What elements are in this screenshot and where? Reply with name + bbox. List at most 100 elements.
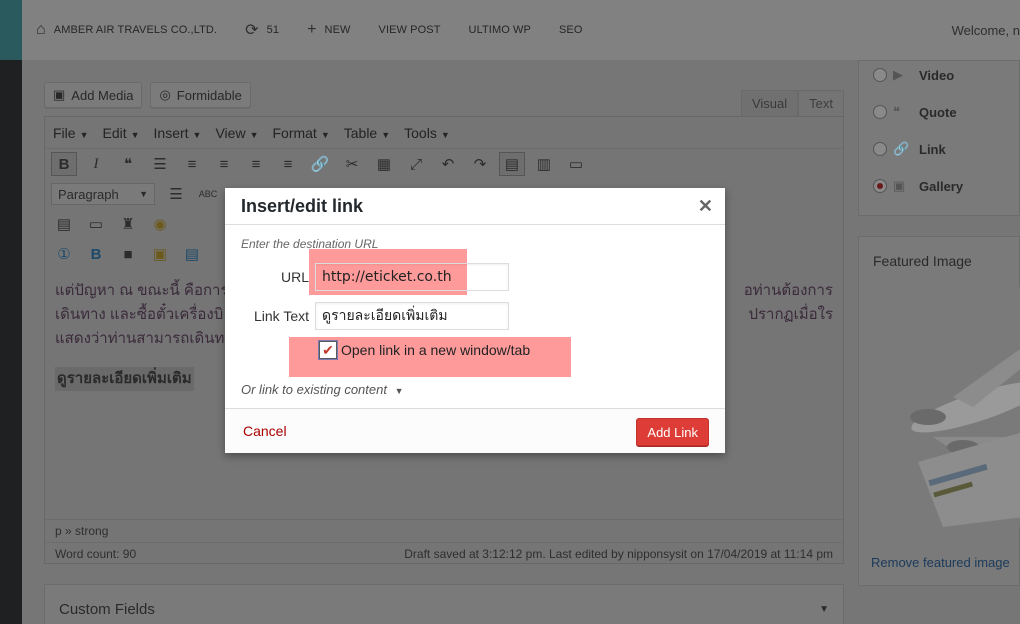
admin-bar-seo[interactable]: SEO <box>545 0 597 60</box>
gallery-icon: ▣ <box>893 178 906 193</box>
admin-bar-updates[interactable]: ⟳ 51 <box>231 0 293 60</box>
coin-icon[interactable]: ◉ <box>147 212 173 236</box>
link-existing-toggle[interactable]: Or link to existing content ▼ <box>241 382 404 397</box>
undo-icon[interactable]: ↶ <box>435 152 461 176</box>
remove-featured-image-link[interactable]: Remove featured image <box>871 555 1010 570</box>
menu-file[interactable]: File ▼ <box>53 125 88 141</box>
redo-icon[interactable]: ↷ <box>467 152 493 176</box>
unlink-icon[interactable]: ✂ <box>339 152 365 176</box>
form-icon[interactable]: ▤ <box>51 212 77 236</box>
menu-view[interactable]: View ▼ <box>215 125 258 141</box>
admin-menu-accent <box>0 0 22 60</box>
view-post-label: VIEW POST <box>378 24 441 36</box>
format-label-quote: Quote <box>919 104 957 120</box>
caret-down-icon: ▼ <box>79 129 89 140</box>
bullet-list-icon[interactable]: ☰ <box>147 152 173 176</box>
admin-bar-new[interactable]: + NEW <box>293 0 364 60</box>
video-icon: ▶ <box>893 67 903 82</box>
menu-edit[interactable]: Edit ▼ <box>102 125 139 141</box>
format-option-gallery[interactable]: ▣ Gallery <box>873 178 963 194</box>
format-option-link[interactable]: 🔗 Link <box>873 141 946 157</box>
menu-table-label: Table <box>343 124 378 141</box>
new-window-checkbox[interactable]: ✔ <box>319 341 337 359</box>
media-icon: ▣ <box>53 87 66 102</box>
tab-visual[interactable]: Visual <box>740 90 799 116</box>
link-existing-label: Or link to existing content <box>241 382 387 397</box>
formidable-button[interactable]: ◎ Formidable <box>150 82 251 108</box>
columns-icon[interactable]: ▥ <box>531 152 557 176</box>
formidable-label: Formidable <box>176 87 242 103</box>
video-camera-icon[interactable]: ■ <box>115 242 141 266</box>
italic-button[interactable]: I <box>83 152 109 176</box>
format-radio-video[interactable] <box>873 68 887 82</box>
menu-insert[interactable]: Insert ▼ <box>154 125 202 141</box>
tab-text[interactable]: Text <box>798 90 844 116</box>
custom-fields-title: Custom Fields <box>59 600 155 618</box>
table-icon[interactable]: ▦ <box>371 152 397 176</box>
ultimo-label: ULTIMO WP <box>468 24 531 36</box>
plus-icon: + <box>307 21 317 38</box>
box-icon[interactable]: ▭ <box>83 212 109 236</box>
format-radio-link[interactable] <box>873 142 887 156</box>
format-select-value: Paragraph <box>58 186 119 202</box>
format-radio-quote[interactable] <box>873 105 887 119</box>
close-icon[interactable]: ✕ <box>698 196 713 217</box>
media-buttons: ▣ Add Media ◎ Formidable <box>44 82 251 108</box>
link-text-input[interactable]: ดูรายละเอียดเพิ่มเติม <box>315 302 509 330</box>
format-option-quote[interactable]: ❝ Quote <box>873 104 957 120</box>
menu-format-label: Format <box>272 124 317 141</box>
format-radio-gallery[interactable] <box>873 179 887 193</box>
featured-image-thumbnail[interactable] <box>873 287 1020 527</box>
image-icon[interactable]: ▣ <box>147 242 173 266</box>
align-right-icon[interactable]: ≡ <box>275 152 301 176</box>
insert-more-icon[interactable]: ▭ <box>563 152 589 176</box>
home-icon: ⌂ <box>36 21 46 38</box>
custom-fields-box[interactable]: Custom Fields ▼ <box>44 584 844 624</box>
bold-button[interactable]: B <box>51 152 77 176</box>
cancel-link[interactable]: Cancel <box>243 423 287 439</box>
featured-image-title: Featured Image <box>873 253 972 269</box>
format-select[interactable]: Paragraph ▼ <box>51 183 155 205</box>
dialog-header: Insert/edit link ✕ <box>225 188 725 225</box>
align-center-icon[interactable]: ≡ <box>243 152 269 176</box>
formidable-icon: ◎ <box>159 87 171 102</box>
link-icon[interactable]: 🔗 <box>307 152 333 176</box>
format-option-video[interactable]: ▶ Video <box>873 67 954 83</box>
numbered-list-icon[interactable]: ≡ <box>179 152 205 176</box>
menu-edit-label: Edit <box>102 124 127 141</box>
blockquote-icon[interactable]: ❝ <box>115 152 141 176</box>
dialog-footer: Cancel Add Link <box>225 408 725 453</box>
admin-bar: ⌂ AMBER AIR TRAVELS CO.,LTD. ⟳ 51 + NEW … <box>22 0 1020 60</box>
menu-table[interactable]: Table ▼ <box>344 125 390 141</box>
add-link-button[interactable]: Add Link <box>636 418 709 446</box>
menu-insert-label: Insert <box>153 124 189 141</box>
welcome-label: Welcome, n <box>951 22 1020 38</box>
content-line-2: เดินทาง และซื้อตั๋วเครื่องบิ <box>55 306 224 323</box>
menu-tools[interactable]: Tools ▼ <box>404 125 450 141</box>
admin-bar-site[interactable]: ⌂ AMBER AIR TRAVELS CO.,LTD. <box>22 0 231 60</box>
url-row: URL http://eticket.co.th <box>241 263 509 291</box>
add-media-button[interactable]: ▣ Add Media <box>44 82 143 108</box>
admin-bar-ultimo[interactable]: ULTIMO WP <box>455 0 545 60</box>
horizontal-line-icon[interactable]: ☰ <box>163 182 189 206</box>
editor-mode-tabs: Visual Text <box>740 90 844 116</box>
toolbar-toggle-icon[interactable]: ▤ <box>499 152 525 176</box>
strikethrough-icon[interactable]: ABC <box>195 182 221 206</box>
site-name: AMBER AIR TRAVELS CO.,LTD. <box>53 24 218 36</box>
align-left-icon[interactable]: ≡ <box>211 152 237 176</box>
new-window-label[interactable]: Open link in a new window/tab <box>341 342 530 358</box>
selected-bold-text: ดูรายละเอียดเพิ่มเติม <box>55 367 194 391</box>
content-line-1: แต่ปัญหา ณ ขณะนี้ คือการ <box>55 282 229 299</box>
number-badge-icon[interactable]: ① <box>51 242 77 266</box>
url-input[interactable]: http://eticket.co.th <box>315 263 509 291</box>
paint-icon[interactable]: ♜ <box>115 212 141 236</box>
admin-bar-view-post[interactable]: VIEW POST <box>365 0 455 60</box>
menu-format[interactable]: Format ▼ <box>272 125 329 141</box>
menu-view-label: View <box>215 124 246 141</box>
caret-down-icon: ▼ <box>440 129 450 140</box>
admin-bar-account[interactable]: Welcome, n <box>952 0 1020 60</box>
gallery-icon[interactable]: ▤ <box>179 242 205 266</box>
post-format-box: ▶ Video ❝ Quote 🔗 Link ▣ Gallery <box>858 60 1020 216</box>
fullscreen-icon[interactable]: ⤢ <box>403 152 429 176</box>
b-block-icon[interactable]: B <box>83 242 109 266</box>
